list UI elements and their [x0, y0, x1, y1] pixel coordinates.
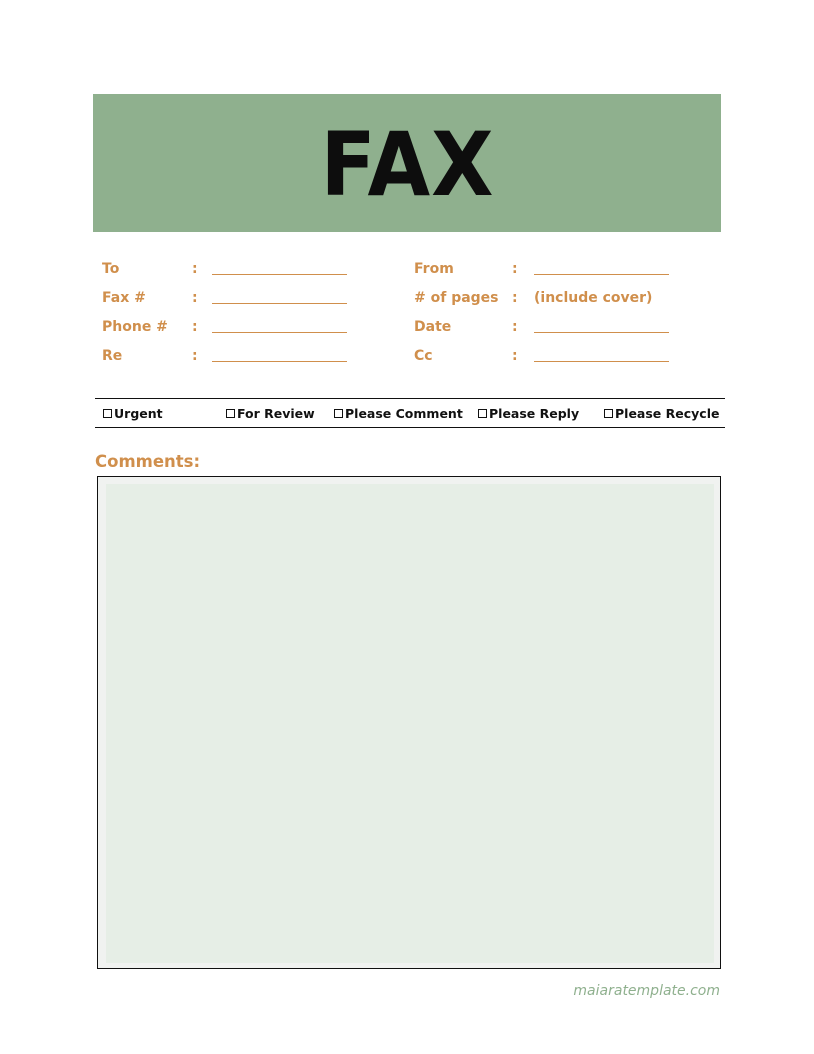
- comments-textarea[interactable]: [106, 484, 714, 963]
- field-input-line[interactable]: [534, 274, 669, 275]
- field-number-of-pages[interactable]: # of pages : (include cover): [414, 287, 684, 309]
- checkbox-icon[interactable]: [604, 408, 613, 418]
- divider-bottom: [95, 427, 725, 428]
- fax-header-banner: FAX: [93, 94, 721, 232]
- field-label: Phone #: [102, 319, 168, 335]
- field-label: Re: [102, 348, 123, 364]
- checkbox-label: Please Recycle: [615, 405, 720, 421]
- field-separator: :: [192, 290, 198, 306]
- field-date[interactable]: Date :: [414, 316, 684, 338]
- field-separator: :: [512, 290, 518, 306]
- field-hint: (include cover): [534, 290, 653, 306]
- field-input-line[interactable]: [212, 303, 347, 304]
- field-input-line[interactable]: [212, 361, 347, 362]
- checkbox-label: Urgent: [114, 405, 163, 421]
- checkbox-icon[interactable]: [103, 408, 112, 418]
- checkbox-label: For Review: [237, 405, 315, 421]
- field-label: To: [102, 261, 120, 277]
- comments-heading: Comments:: [95, 452, 201, 471]
- field-separator: :: [192, 319, 198, 335]
- field-phone-number[interactable]: Phone # :: [102, 316, 362, 338]
- checkbox-icon[interactable]: [478, 408, 487, 418]
- field-separator: :: [192, 348, 198, 364]
- field-re[interactable]: Re :: [102, 345, 362, 367]
- checkbox-please-recycle[interactable]: Please Recycle: [604, 399, 719, 427]
- checkbox-icon[interactable]: [334, 408, 343, 418]
- field-input-line[interactable]: [534, 361, 669, 362]
- checkbox-please-comment[interactable]: Please Comment: [334, 399, 463, 427]
- field-separator: :: [512, 261, 518, 277]
- checkbox-for-review[interactable]: For Review: [226, 399, 315, 427]
- checkbox-label: Please Comment: [345, 405, 463, 421]
- field-label: Cc: [414, 348, 433, 364]
- field-to[interactable]: To :: [102, 258, 362, 280]
- field-input-line[interactable]: [212, 274, 347, 275]
- field-label: Fax #: [102, 290, 146, 306]
- comments-box: [97, 476, 721, 969]
- field-separator: :: [192, 261, 198, 277]
- field-label: Date: [414, 319, 452, 335]
- field-label: # of pages: [414, 290, 499, 306]
- checkbox-label: Please Reply: [489, 405, 580, 421]
- fax-title: FAX: [320, 113, 494, 216]
- field-from[interactable]: From :: [414, 258, 684, 280]
- checkbox-please-reply[interactable]: Please Reply: [478, 399, 579, 427]
- field-separator: :: [512, 348, 518, 364]
- field-cc[interactable]: Cc :: [414, 345, 684, 367]
- field-input-line[interactable]: [212, 332, 347, 333]
- field-label: From: [414, 261, 454, 277]
- checkbox-row: Urgent For Review Please Comment Please …: [95, 399, 725, 427]
- field-fax-number[interactable]: Fax # :: [102, 287, 362, 309]
- field-separator: :: [512, 319, 518, 335]
- checkbox-icon[interactable]: [226, 408, 235, 418]
- checkbox-urgent[interactable]: Urgent: [103, 399, 163, 427]
- field-input-line[interactable]: [534, 332, 669, 333]
- footer-watermark: maiaratemplate.com: [573, 983, 720, 999]
